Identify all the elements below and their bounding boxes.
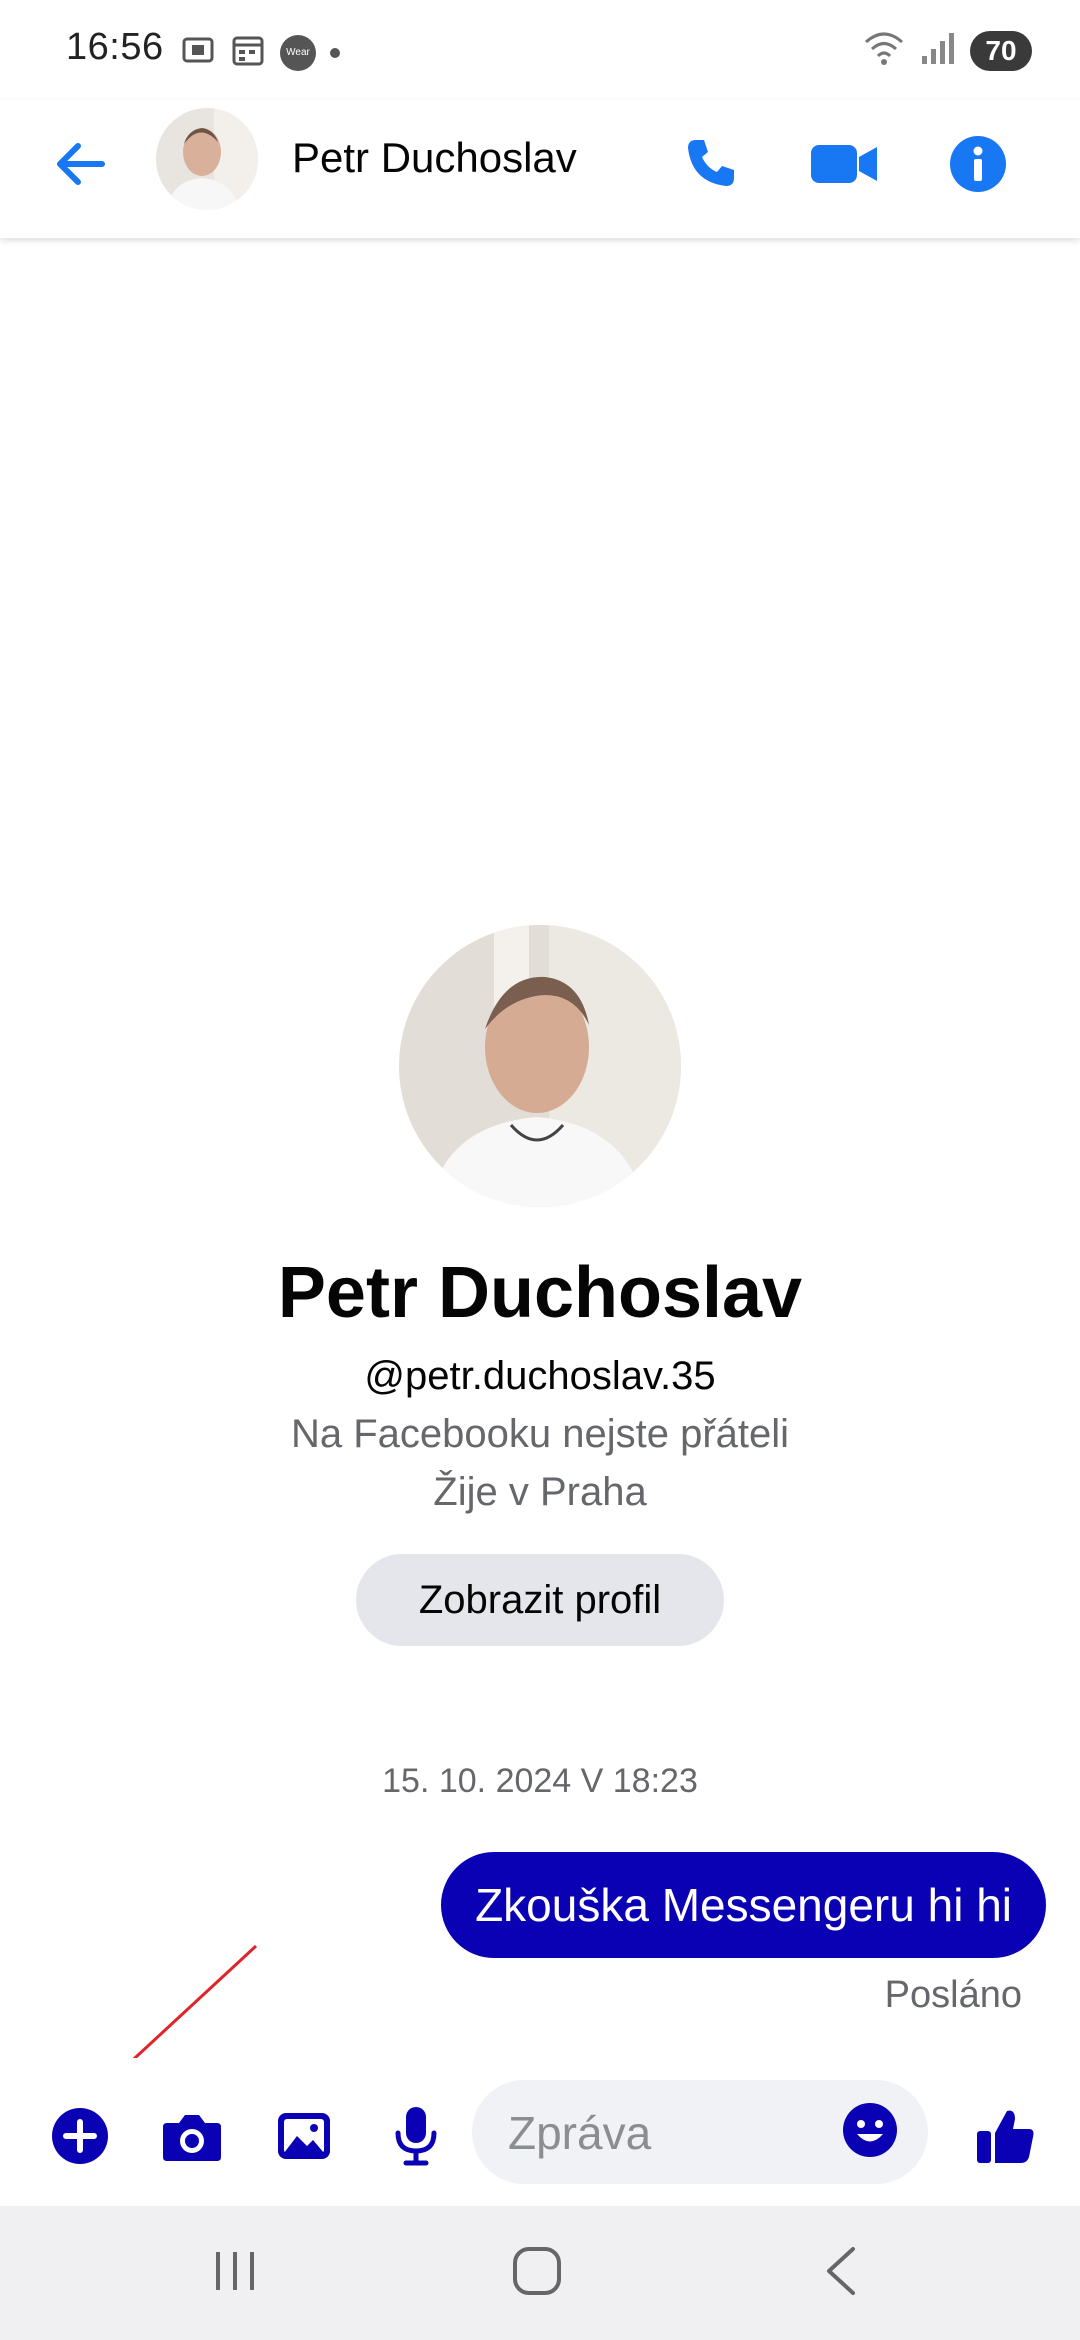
system-navigation-bar: [0, 2206, 1080, 2340]
back-button[interactable]: [44, 130, 116, 202]
status-time: 16:56: [66, 26, 164, 68]
system-back-button[interactable]: [786, 2228, 896, 2318]
message-input[interactable]: [506, 2080, 830, 2186]
gallery-button[interactable]: [264, 2098, 344, 2178]
message-timestamp: 15. 10. 2024 V 18:23: [382, 1762, 698, 1800]
calendar-icon: [230, 32, 266, 73]
more-actions-button[interactable]: [40, 2098, 120, 2178]
signal-icon: [920, 28, 956, 73]
profile-avatar[interactable]: [399, 925, 681, 1207]
voice-message-button[interactable]: [376, 2098, 456, 2178]
wifi-icon: [862, 28, 906, 73]
friend-status: Na Facebooku nejste přáteli: [290, 1412, 790, 1456]
video-camera-icon: [809, 139, 879, 194]
conversation-header: Petr Duchoslav: [0, 100, 1080, 238]
microphone-icon: [392, 2105, 440, 2172]
profile-location: Žije v Praha: [433, 1470, 647, 1514]
like-button[interactable]: [966, 2098, 1046, 2178]
screenshot-icon: [180, 32, 216, 73]
info-icon: [948, 134, 1008, 199]
more-notifications-dot: [330, 47, 340, 58]
emoji-icon: [841, 2101, 899, 2164]
home-button[interactable]: [482, 2228, 592, 2318]
profile-photo: [399, 925, 681, 1207]
header-avatar[interactable]: [156, 108, 258, 210]
chevron-left-icon: [821, 2245, 861, 2302]
system-icons: 70: [862, 28, 1032, 73]
call-button[interactable]: [670, 126, 750, 206]
avatar-photo: [156, 108, 258, 210]
emoji-button[interactable]: [830, 2092, 910, 2172]
battery-indicator: 70: [970, 30, 1032, 71]
profile-username: @petr.duchoslav.35: [364, 1354, 716, 1398]
plus-icon: [50, 2106, 110, 2171]
recent-apps-icon: [210, 2248, 260, 2299]
camera-button[interactable]: [152, 2098, 232, 2178]
status-bar: 16:56 Wear 70: [0, 0, 1080, 100]
camera-icon: [161, 2109, 223, 2168]
thumbs-up-icon: [975, 2105, 1037, 2172]
video-call-button[interactable]: [804, 126, 884, 206]
home-icon: [511, 2245, 563, 2302]
message-status: Posláno: [884, 1974, 1022, 2016]
phone-icon: [680, 134, 740, 199]
message-composer: [0, 2058, 1080, 2208]
profile-name: Petr Duchoslav: [277, 1253, 803, 1333]
contact-name[interactable]: Petr Duchoslav: [292, 134, 577, 182]
back-arrow-icon: [52, 136, 108, 197]
notification-icons: Wear: [180, 32, 340, 73]
wear-icon: Wear: [280, 34, 316, 71]
gallery-icon: [275, 2110, 333, 2167]
message-field[interactable]: [472, 2080, 928, 2186]
message-bubble[interactable]: Zkouška Messengeru hi hi: [441, 1852, 1046, 1958]
recent-apps-button[interactable]: [180, 2228, 290, 2318]
view-profile-button[interactable]: Zobrazit profil: [356, 1554, 724, 1646]
info-button[interactable]: [938, 126, 1018, 206]
